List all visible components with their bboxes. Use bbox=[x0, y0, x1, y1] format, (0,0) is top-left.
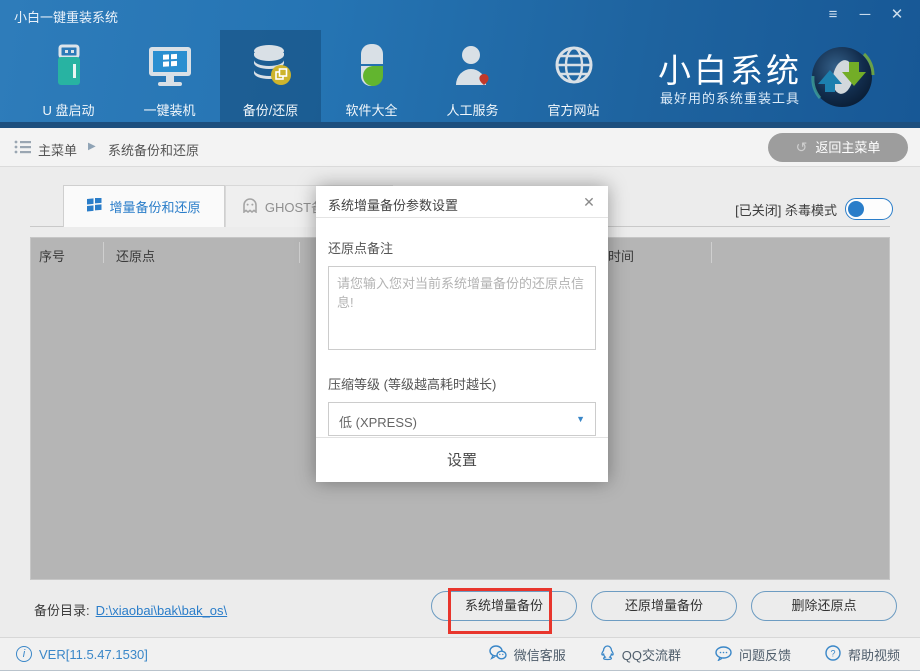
compression-level-label: 压缩等级 (等级越高耗时越长) bbox=[328, 374, 596, 393]
nav-label: 软件大全 bbox=[345, 100, 397, 119]
qq-icon bbox=[600, 645, 615, 664]
window-title: 小白一键重装系统 bbox=[14, 7, 118, 26]
nav-label: 官方网站 bbox=[547, 100, 599, 119]
chevron-down-icon: ▼ bbox=[576, 414, 585, 424]
compression-level-value: 低 (XPRESS) bbox=[339, 412, 417, 431]
dialog-title: 系统增量备份参数设置 bbox=[328, 195, 458, 214]
restore-note-label: 还原点备注 bbox=[328, 238, 596, 257]
column-divider bbox=[103, 242, 104, 263]
antivirus-toggle-row: [已关闭] 杀毒模式 bbox=[735, 198, 893, 220]
breadcrumb-arrow-icon: ▶ bbox=[88, 141, 96, 152]
dialog-close-icon[interactable]: ✕ bbox=[580, 193, 598, 211]
nav-item-usb-boot[interactable]: U 盘启动 bbox=[18, 30, 119, 122]
main-nav: U 盘启动 一键装机 bbox=[18, 30, 624, 122]
dialog-body: 还原点备注 压缩等级 (等级越高耗时越长) 低 (XPRESS) ▼ bbox=[316, 218, 608, 436]
breadcrumb-root[interactable]: 主菜单 bbox=[38, 140, 77, 159]
delete-restore-point-button[interactable]: 删除还原点 bbox=[751, 591, 897, 621]
incremental-backup-settings-dialog: 系统增量备份参数设置 ✕ 还原点备注 压缩等级 (等级越高耗时越长) 低 (XP… bbox=[316, 186, 608, 482]
status-footer: i VER[11.5.47.1530] 微信客服 bbox=[0, 637, 920, 671]
brand-logo-text: 小白系统 bbox=[658, 44, 802, 92]
feedback-icon bbox=[715, 646, 732, 664]
svg-text:?: ? bbox=[830, 649, 835, 659]
nav-item-backup-restore[interactable]: 备份/还原 bbox=[220, 30, 321, 122]
version-label: VER[11.5.47.1530] bbox=[39, 647, 148, 662]
column-header-restore-point: 还原点 bbox=[116, 246, 155, 265]
help-icon: ? bbox=[825, 645, 841, 664]
nav-item-official-site[interactable]: 官方网站 bbox=[523, 30, 624, 122]
version-row: i VER[11.5.47.1530] bbox=[16, 646, 148, 662]
backup-restore-icon bbox=[248, 40, 294, 92]
brand-tagline: 最好用的系统重装工具 bbox=[660, 88, 800, 107]
breadcrumb: 主菜单 ▶ 系统备份和还原 ↺ 返回主菜单 bbox=[0, 128, 920, 167]
minimize-icon[interactable]: ─ bbox=[852, 4, 878, 26]
footer-link-label: 微信客服 bbox=[514, 645, 566, 664]
nav-label: 备份/还原 bbox=[243, 100, 299, 119]
app-window: 小白一键重装系统 ≡ ─ ✕ U 盘启动 bbox=[0, 0, 920, 671]
back-arrow-icon: ↺ bbox=[796, 139, 808, 155]
settings-submit-button[interactable]: 设置 bbox=[316, 438, 608, 482]
header: 小白一键重装系统 ≡ ─ ✕ U 盘启动 bbox=[0, 0, 920, 128]
close-icon[interactable]: ✕ bbox=[884, 4, 910, 26]
nav-label: U 盘启动 bbox=[42, 100, 94, 119]
back-button-label: 返回主菜单 bbox=[815, 140, 880, 155]
dialog-title-bar: 系统增量备份参数设置 ✕ bbox=[316, 186, 608, 218]
help-video-link[interactable]: ? 帮助视频 bbox=[825, 645, 900, 664]
menu-icon[interactable]: ≡ bbox=[820, 4, 846, 26]
wechat-support-link[interactable]: 微信客服 bbox=[489, 645, 566, 664]
antivirus-toggle-switch[interactable] bbox=[845, 198, 893, 220]
column-header-time: 时间 bbox=[608, 246, 634, 265]
system-incremental-backup-button[interactable]: 系统增量备份 bbox=[431, 591, 577, 621]
dialog-footer: 设置 bbox=[316, 437, 608, 482]
tab-incremental-backup[interactable]: 增量备份和还原 bbox=[63, 185, 225, 227]
globe-icon bbox=[552, 40, 596, 92]
backup-directory-link[interactable]: D:\xiaobai\bak\bak_os\ bbox=[96, 603, 228, 618]
footer-links: 微信客服 QQ交流群 bbox=[489, 645, 900, 664]
qq-group-link[interactable]: QQ交流群 bbox=[600, 645, 681, 664]
info-icon: i bbox=[16, 646, 32, 662]
column-divider bbox=[711, 242, 712, 263]
ghost-icon bbox=[242, 198, 258, 216]
antivirus-toggle-label: [已关闭] 杀毒模式 bbox=[735, 200, 837, 219]
nav-item-one-key-install[interactable]: 一键装机 bbox=[119, 30, 220, 122]
restore-incremental-backup-button[interactable]: 还原增量备份 bbox=[591, 591, 737, 621]
tab-label: 增量备份和还原 bbox=[109, 197, 200, 216]
toggle-knob bbox=[848, 201, 864, 217]
nav-item-support[interactable]: 人工服务 bbox=[422, 30, 523, 122]
breadcrumb-current: 系统备份和还原 bbox=[108, 140, 199, 159]
nav-label: 人工服务 bbox=[446, 100, 498, 119]
column-header-seq: 序号 bbox=[39, 246, 65, 265]
compression-level-select[interactable]: 低 (XPRESS) ▼ bbox=[328, 402, 596, 436]
usb-icon bbox=[47, 40, 91, 92]
footer-link-label: QQ交流群 bbox=[622, 645, 681, 664]
restore-note-input[interactable] bbox=[328, 266, 596, 350]
footer-link-label: 帮助视频 bbox=[848, 645, 900, 664]
apps-icon bbox=[350, 40, 394, 92]
monitor-icon bbox=[146, 40, 194, 92]
windows-flag-icon bbox=[87, 198, 102, 215]
backup-directory-label: 备份目录: bbox=[34, 603, 90, 618]
brand-logo-icon bbox=[806, 42, 878, 119]
nav-item-software[interactable]: 软件大全 bbox=[321, 30, 422, 122]
nav-label: 一键装机 bbox=[143, 100, 195, 119]
list-menu-icon bbox=[14, 139, 31, 160]
window-controls: ≡ ─ ✕ bbox=[820, 4, 910, 26]
column-divider bbox=[299, 242, 300, 263]
footer-link-label: 问题反馈 bbox=[739, 645, 791, 664]
backup-directory-row: 备份目录: D:\xiaobai\bak\bak_os\ bbox=[34, 600, 227, 619]
support-icon bbox=[451, 40, 495, 92]
return-main-menu-button[interactable]: ↺ 返回主菜单 bbox=[768, 133, 908, 162]
feedback-link[interactable]: 问题反馈 bbox=[715, 645, 791, 664]
wechat-icon bbox=[489, 645, 507, 664]
